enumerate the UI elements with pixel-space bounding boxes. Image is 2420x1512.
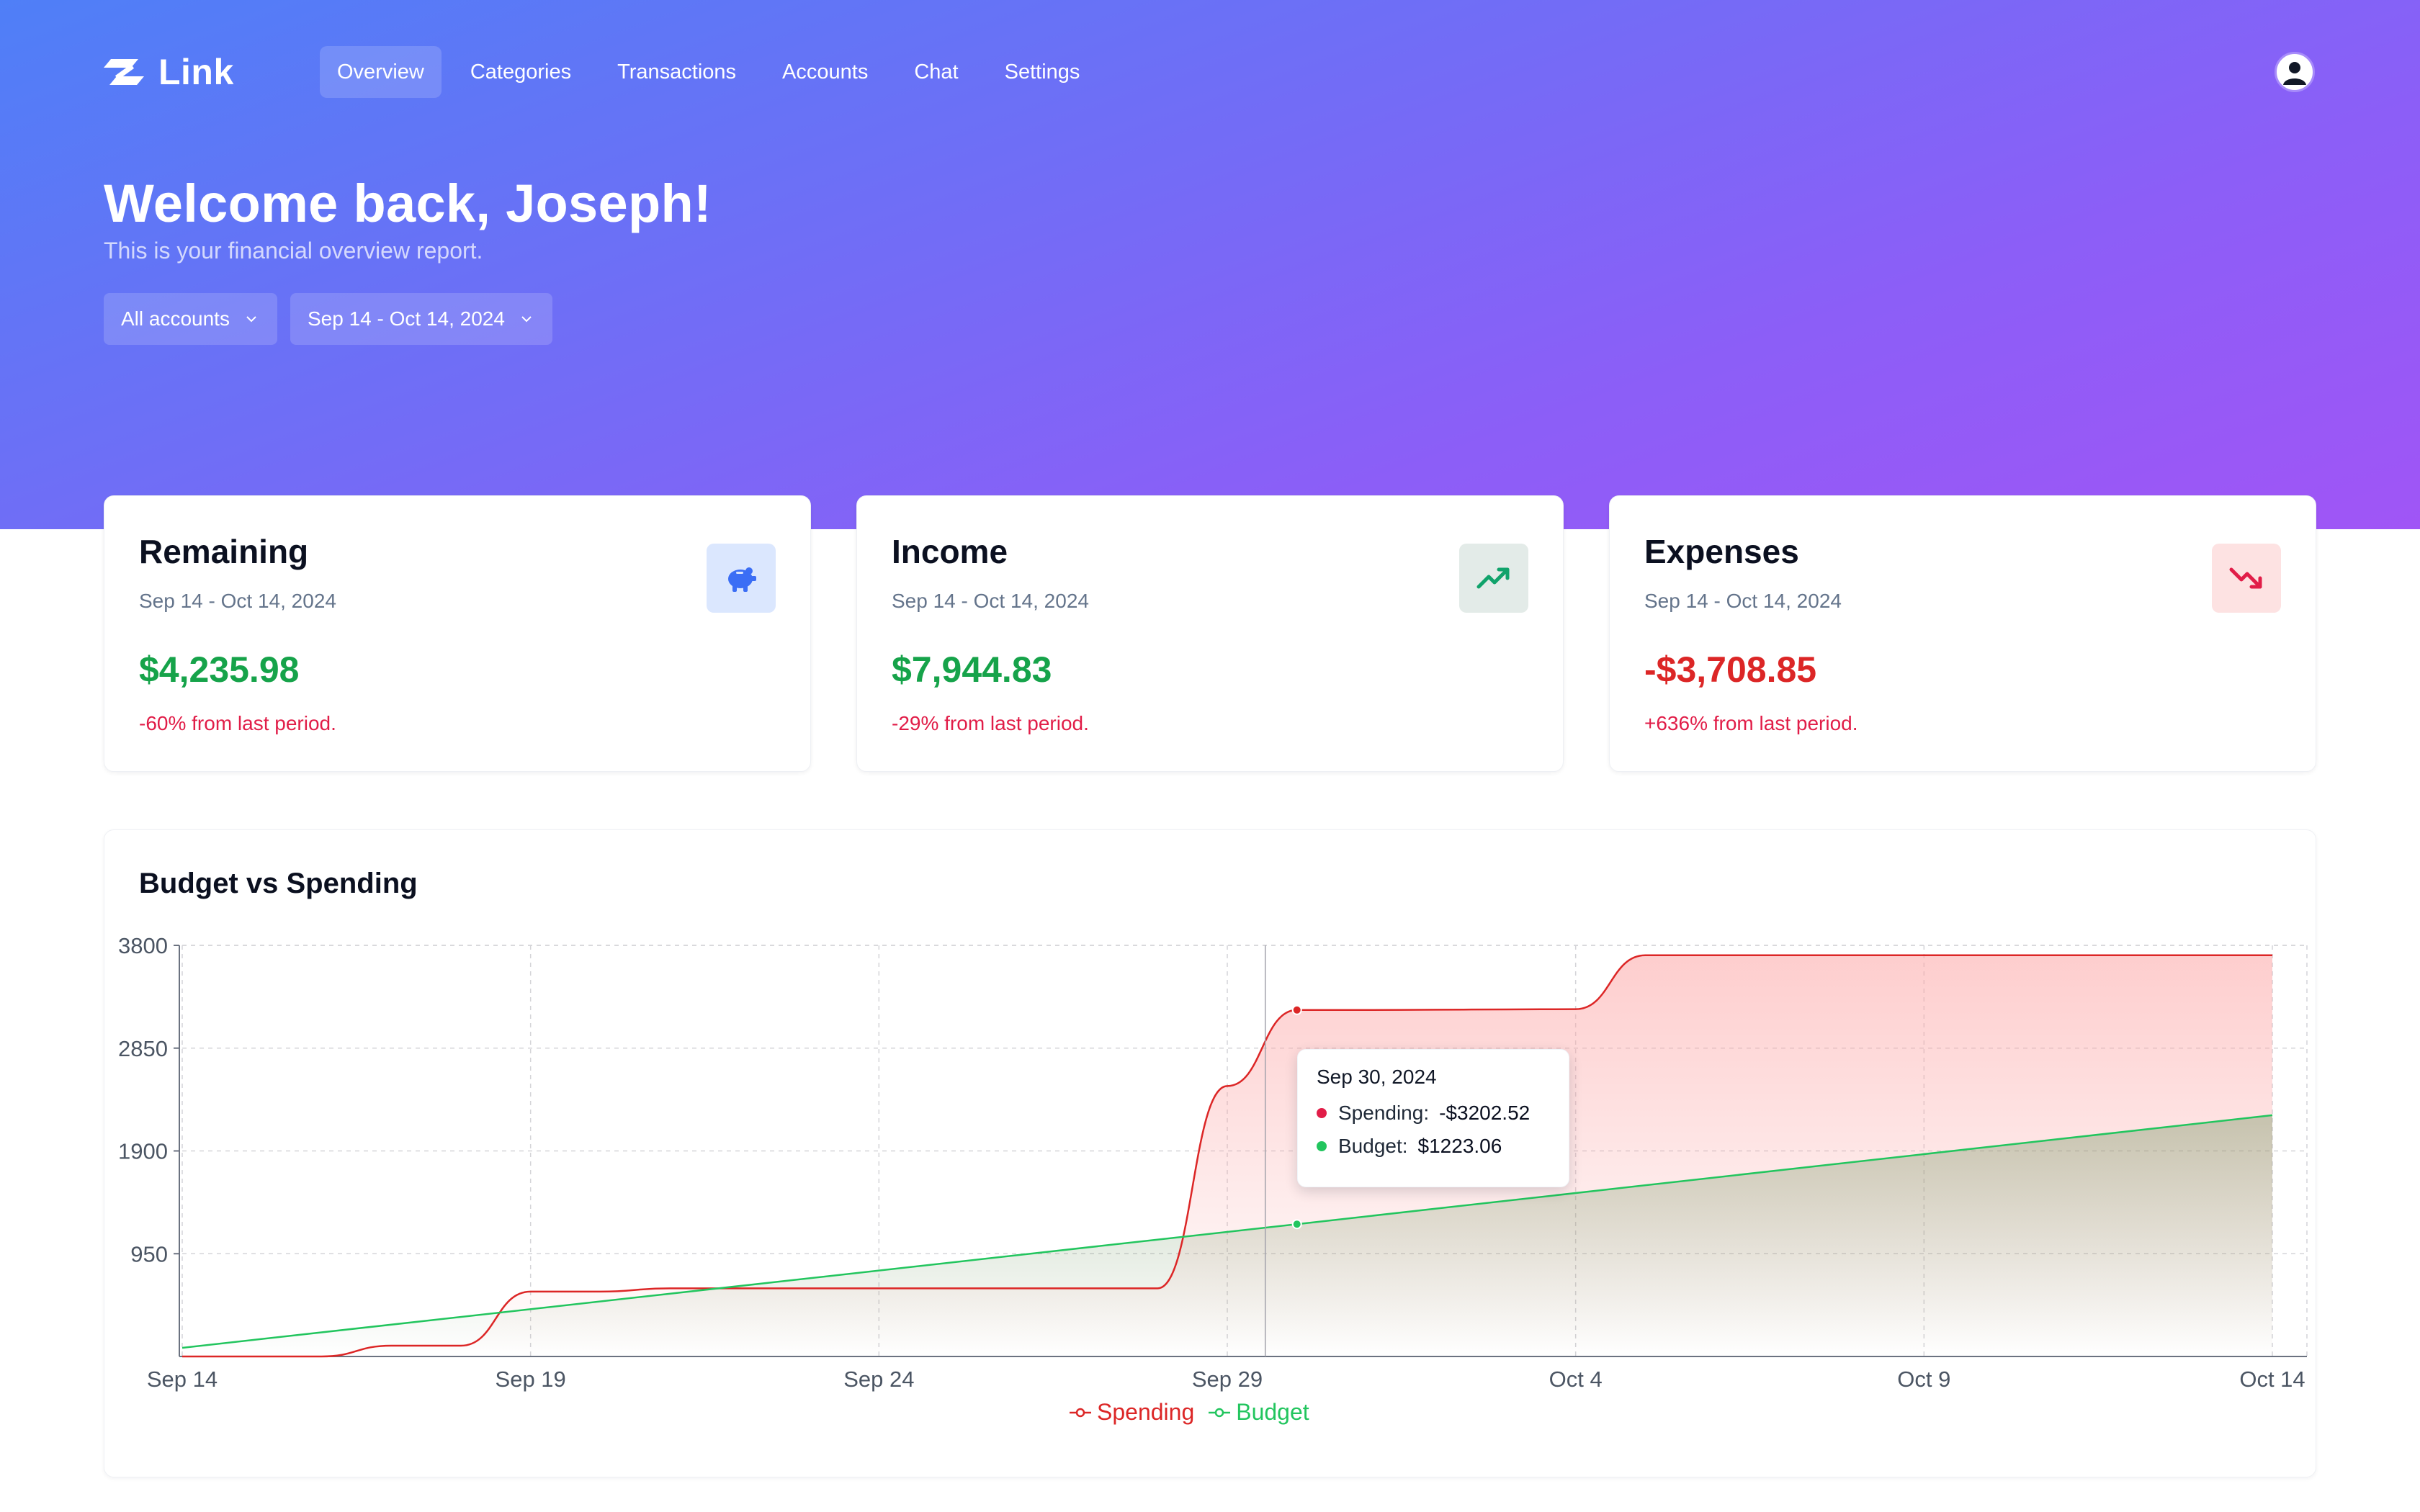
date-range-select[interactable]: Sep 14 - Oct 14, 2024	[290, 293, 552, 345]
logo-icon	[104, 59, 144, 85]
tooltip-spending-label: Spending:	[1338, 1102, 1430, 1124]
chart-tooltip: Sep 30, 2024 Spending: -$3202.52 Budget:…	[1297, 1049, 1569, 1187]
card-change: -29% from last period.	[892, 712, 1089, 734]
line-marker-icon	[1209, 1408, 1231, 1417]
account-filter-label: All accounts	[121, 307, 230, 330]
trending-up-icon	[1459, 544, 1528, 613]
card-title: Remaining	[139, 533, 309, 570]
line-marker-icon	[1070, 1408, 1091, 1417]
budget-spending-chart[interactable]: 950 1900 2850 3800 Sep 14 Sep 19 Sep 24 Sep 29 O…	[104, 830, 2317, 1478]
nav-settings[interactable]: Settings	[987, 46, 1098, 98]
card-date: Sep 14 - Oct 14, 2024	[1644, 590, 1842, 612]
nav-accounts[interactable]: Accounts	[765, 46, 885, 98]
welcome-subtitle: This is your financial overview report.	[104, 238, 483, 264]
tooltip-date: Sep 30, 2024	[1317, 1066, 1437, 1088]
budget-dot-icon	[1317, 1141, 1327, 1151]
legend-budget-label: Budget	[1236, 1399, 1309, 1425]
nav-categories[interactable]: Categories	[453, 46, 588, 98]
nav-transactions[interactable]: Transactions	[600, 46, 753, 98]
spending-hover-point	[1291, 1004, 1302, 1015]
app-name: Link	[158, 52, 234, 92]
budget-vs-spending-card: Budget vs Spending 950 1900 2850 3800 Sep 14…	[104, 829, 2316, 1477]
tooltip-budget-row: Budget: $1223.06	[1317, 1135, 1550, 1158]
card-change: -60% from last period.	[139, 712, 336, 734]
card-value: $7,944.83	[892, 649, 1052, 690]
card-title: Income	[892, 533, 1008, 570]
tooltip-budget-value: $1223.06	[1417, 1135, 1502, 1157]
income-card: Income Sep 14 - Oct 14, 2024 $7,944.83 -…	[856, 495, 1564, 772]
expenses-card: Expenses Sep 14 - Oct 14, 2024 -$3,708.8…	[1609, 495, 2316, 772]
filter-bar: All accounts Sep 14 - Oct 14, 2024	[104, 293, 552, 345]
budget-hover-point	[1291, 1219, 1302, 1230]
tooltip-budget-label: Budget:	[1338, 1135, 1408, 1157]
card-date: Sep 14 - Oct 14, 2024	[892, 590, 1089, 612]
x-tick-label: Sep 19	[496, 1367, 566, 1392]
card-value: $4,235.98	[139, 649, 300, 690]
card-date: Sep 14 - Oct 14, 2024	[139, 590, 336, 612]
y-tick-label: 1900	[118, 1139, 168, 1164]
remaining-card: Remaining Sep 14 - Oct 14, 2024 $4,235.9…	[104, 495, 811, 772]
y-tick-label: 3800	[118, 933, 168, 958]
legend-budget[interactable]: Budget	[1209, 1399, 1309, 1426]
spending-dot-icon	[1317, 1108, 1327, 1118]
card-change: +636% from last period.	[1644, 712, 1858, 734]
x-tick-label: Oct 9	[1897, 1367, 1950, 1392]
y-tick-label: 2850	[118, 1036, 168, 1061]
legend-spending[interactable]: Spending	[1070, 1399, 1194, 1426]
x-tick-label: Sep 24	[843, 1367, 914, 1392]
card-title: Expenses	[1644, 533, 1799, 570]
x-tick-label: Oct 14	[2239, 1367, 2305, 1392]
x-tick-label: Oct 4	[1549, 1367, 1603, 1392]
card-value: -$3,708.85	[1644, 649, 1817, 690]
piggy-bank-icon	[707, 544, 776, 613]
tooltip-spending-row: Spending: -$3202.52	[1317, 1102, 1550, 1125]
user-avatar[interactable]	[2275, 52, 2315, 92]
x-tick-label: Sep 29	[1192, 1367, 1263, 1392]
nav-overview[interactable]: Overview	[320, 46, 442, 98]
chevron-down-icon	[521, 316, 532, 323]
trending-down-icon	[2212, 544, 2281, 613]
legend-spending-label: Spending	[1097, 1399, 1195, 1425]
top-nav: Overview Categories Transactions Account…	[320, 46, 1097, 98]
date-range-label: Sep 14 - Oct 14, 2024	[307, 307, 505, 330]
chevron-down-icon	[246, 316, 256, 323]
y-tick-label: 950	[130, 1241, 168, 1266]
user-icon	[2283, 62, 2306, 85]
x-tick-label: Sep 14	[147, 1367, 218, 1392]
account-filter-select[interactable]: All accounts	[104, 293, 277, 345]
chart-legend: Spending Budget	[1070, 1399, 1309, 1426]
app-logo[interactable]: Link	[104, 48, 234, 96]
nav-chat[interactable]: Chat	[897, 46, 975, 98]
welcome-heading: Welcome back, Joseph!	[104, 174, 712, 233]
tooltip-spending-value: -$3202.52	[1439, 1102, 1531, 1124]
